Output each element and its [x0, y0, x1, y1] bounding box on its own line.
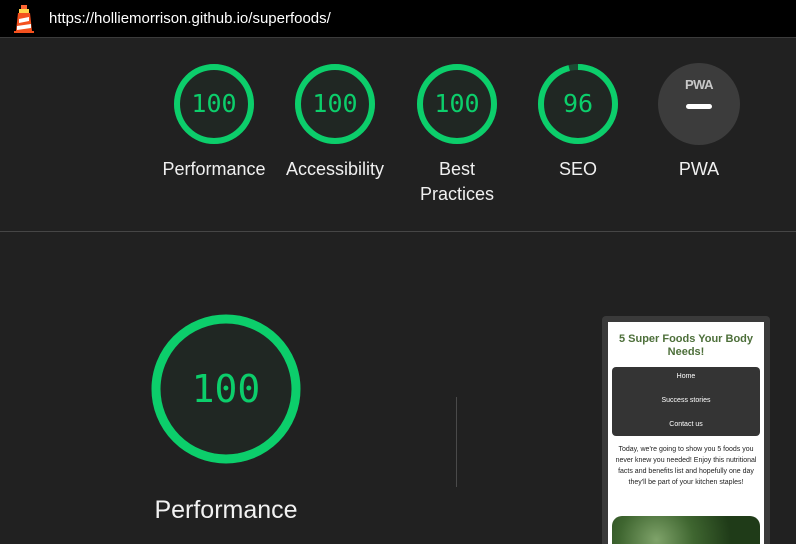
url-bar: https://holliemorrison.github.io/superfo… [0, 0, 796, 38]
lighthouse-logo-icon [14, 5, 34, 33]
divider [456, 397, 457, 487]
gauge-ring: 100 [294, 63, 376, 145]
gauge-value: 96 [562, 89, 594, 118]
pwa-logo-icon: PWA [684, 77, 714, 92]
pwa-badge: PWA [658, 63, 740, 145]
preview-nav-contact: Contact us [669, 421, 703, 428]
gauge-label: Accessibility [285, 159, 385, 179]
score-summary: 100 Performance 100 Accessibility 100 Be… [0, 39, 796, 232]
dash-icon [686, 104, 712, 109]
gauge-label: Performance [162, 159, 266, 179]
page-url[interactable]: https://holliemorrison.github.io/superfo… [49, 10, 331, 27]
gauge-value: 100 [312, 89, 358, 118]
gauge-pwa[interactable]: PWA PWA [639, 63, 759, 182]
gauge-ring: 100 [416, 63, 498, 145]
preview-nav: Home Success stories Contact us [612, 367, 760, 436]
gauge-value: 100 [191, 367, 261, 411]
gauge-best-practices[interactable]: 100 Best Practices [397, 63, 517, 207]
preview-title: 5 Super Foods Your Body Needs! [618, 333, 754, 358]
section-title: Performance [154, 496, 298, 524]
gauge-value: 100 [191, 89, 237, 118]
screenshot-screen: 5 Super Foods Your Body Needs! Home Succ… [608, 322, 764, 544]
preview-nav-success: Success stories [661, 397, 711, 404]
preview-body: Today, we're going to show you 5 foods y… [615, 446, 757, 486]
gauge-accessibility[interactable]: 100 Accessibility [275, 63, 395, 182]
gauge-ring: 100 [173, 63, 255, 145]
gauge-seo[interactable]: 96 SEO [518, 63, 638, 182]
preview-nav-home: Home [676, 373, 696, 380]
gauge-value: 100 [434, 89, 480, 118]
gauge-label: PWA [678, 159, 720, 179]
preview-kale-image [612, 516, 760, 544]
performance-gauge-large: 100 [150, 313, 302, 465]
gauge-ring: 96 [537, 63, 619, 145]
gauge-label: SEO [558, 159, 597, 179]
final-screenshot[interactable]: 5 Super Foods Your Body Needs! Home Succ… [602, 316, 770, 544]
gauge-label: Best Practices [419, 159, 495, 204]
gauge-performance[interactable]: 100 Performance [154, 63, 274, 182]
